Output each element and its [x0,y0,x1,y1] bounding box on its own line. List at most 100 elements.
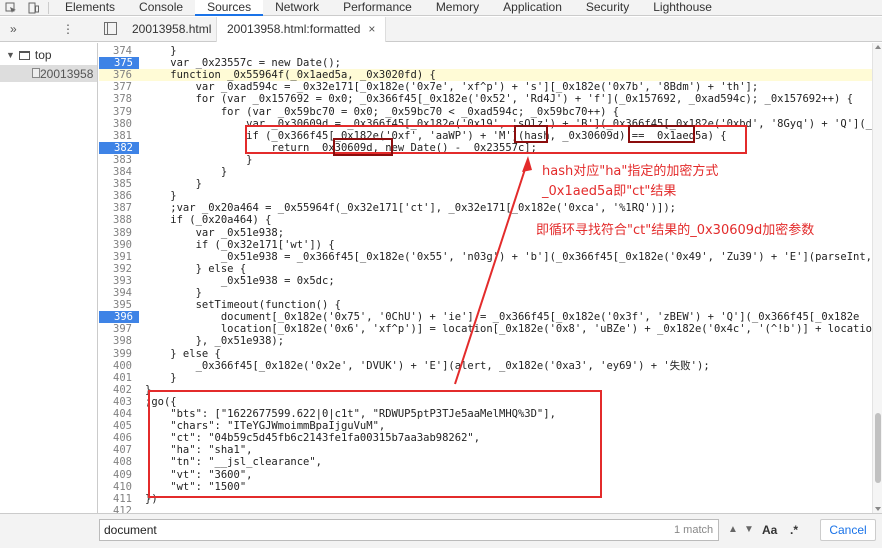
code-line[interactable]: 390 if (_0x32e171['wt']) { [99,239,872,251]
code-line[interactable]: 401 } [99,372,872,384]
line-number[interactable]: 380 [99,118,135,130]
code-line[interactable]: 411}) [99,493,872,505]
code-line[interactable]: 388 if (_0x20a464) { [99,214,872,226]
regex-button[interactable]: .* [790,519,798,541]
tab-memory[interactable]: Memory [424,0,491,16]
tab-elements[interactable]: Elements [53,0,127,16]
code-line[interactable]: 403 ;go({ [99,396,872,408]
line-number[interactable]: 405 [99,420,135,432]
line-number[interactable]: 407 [99,444,135,456]
line-number[interactable]: 408 [99,456,135,468]
line-number[interactable]: 409 [99,469,135,481]
line-number[interactable]: 381 [99,130,135,142]
line-number[interactable]: 384 [99,166,135,178]
line-number[interactable]: 391 [99,251,135,263]
line-number[interactable]: 402 [99,384,135,396]
code-line[interactable]: 374 } [99,45,872,57]
line-number[interactable]: 395 [99,299,135,311]
breakpoint-line-number[interactable]: 375 [99,57,139,70]
tree-node-top[interactable]: ▼ top [6,48,52,62]
code-line[interactable]: 402} [99,384,872,396]
code-line[interactable]: 404 "bts": ["1622677599.622|0|c1t", "RDW… [99,408,872,420]
more-options-icon[interactable]: ⋮ [62,22,74,36]
line-number[interactable]: 389 [99,227,135,239]
code-line[interactable]: 387 ;var _0x20a464 = _0x55964f(_0x32e171… [99,202,872,214]
line-number[interactable]: 399 [99,348,135,360]
code-line[interactable]: 412 [99,505,872,513]
device-toolbar-icon[interactable] [22,0,44,16]
line-number[interactable]: 398 [99,335,135,347]
editor-scrollbar[interactable] [872,43,882,513]
line-number[interactable]: 383 [99,154,135,166]
line-number[interactable]: 410 [99,481,135,493]
code-line[interactable]: 377 var _0xad594c = _0x32e171[_0x182e('0… [99,81,872,93]
code-line[interactable]: 391 _0x51e938 = _0x366f45[_0x182e('0x55'… [99,251,872,263]
line-number[interactable]: 374 [99,45,135,57]
tree-node-file[interactable]: 20013958 [0,65,97,82]
line-number[interactable]: 376 [99,69,135,81]
line-number[interactable]: 388 [99,214,135,226]
code-line[interactable]: 384 } [99,166,872,178]
code-line[interactable]: 382 return _0x30609d, new Date() - _0x23… [99,141,872,154]
match-case-button[interactable]: Aa [762,519,777,541]
toggle-navigator-icon[interactable] [104,22,117,35]
code-line[interactable]: 389 var _0x51e938; [99,227,872,239]
code-editor[interactable]: 374 } 375 var _0x23557c = new Date(); 376 … [99,43,872,513]
tab-sources[interactable]: Sources [195,0,264,16]
code-line[interactable]: 383 } [99,154,872,166]
code-line[interactable]: 405 "chars": "ITeYGJWmoimmBpaIjguVuM", [99,420,872,432]
code-line[interactable]: 408 "tn": "__jsl_clearance", [99,456,872,468]
line-number[interactable]: 403 [99,396,135,408]
collapse-triangle-icon[interactable]: ▼ [6,50,15,60]
code-line[interactable]: 395 setTimeout(function() { [99,299,872,311]
line-number[interactable]: 412 [99,505,135,513]
code-line[interactable]: 380 var _0x30609d = _0x366f45[_0x182e('0… [99,118,872,130]
inspect-element-icon[interactable] [0,0,22,16]
tab-security[interactable]: Security [574,0,641,16]
code-line[interactable]: 400 _0x366f45[_0x182e('0x2e', 'DVUK') + … [99,360,872,372]
line-number[interactable]: 379 [99,106,135,118]
line-number[interactable]: 404 [99,408,135,420]
line-number[interactable]: 411 [99,493,135,505]
file-tab-html[interactable]: 20013958.html [122,17,221,42]
line-number[interactable]: 378 [99,93,135,105]
next-match-icon[interactable]: ▼ [740,520,758,540]
line-number[interactable]: 387 [99,202,135,214]
code-line[interactable]: 398 }, _0x51e938); [99,335,872,347]
code-line[interactable]: 409 "vt": "3600", [99,469,872,481]
cancel-button[interactable]: Cancel [820,519,876,541]
code-line[interactable]: 393 _0x51e938 = 0x5dc; [99,275,872,287]
close-icon[interactable]: × [368,22,375,36]
tab-network[interactable]: Network [263,0,331,16]
code-line[interactable]: 378 for (var _0x157692 = 0x0; _0x366f45[… [99,93,872,105]
code-line[interactable]: 386 } [99,190,872,202]
code-line[interactable]: 396 document[_0x182e('0x75', '0ChU') + '… [99,311,872,324]
more-tabs-icon[interactable]: » [10,22,17,36]
code-line[interactable]: 406 "ct": "04b59c5d45fb6c2143fe1fa00315b… [99,432,872,444]
scrollbar-thumb[interactable] [875,413,881,483]
tab-console[interactable]: Console [127,0,195,16]
code-line[interactable]: 376 function _0x55964f(_0x1aed5a, _0x302… [99,69,872,82]
code-line[interactable]: 410 "wt": "1500" [99,481,872,493]
breakpoint-line-number[interactable]: 396 [99,311,139,324]
scroll-up-icon[interactable] [875,45,881,49]
breakpoint-line-number[interactable]: 382 [99,141,139,154]
line-number[interactable]: 400 [99,360,135,372]
file-tab-formatted[interactable]: 20013958.html:formatted × [216,17,387,42]
code-line[interactable]: 399 } else { [99,348,872,360]
tab-lighthouse[interactable]: Lighthouse [641,0,724,16]
code-line[interactable]: 407 "ha": "sha1", [99,444,872,456]
line-number[interactable]: 401 [99,372,135,384]
tab-performance[interactable]: Performance [331,0,424,16]
line-number[interactable]: 386 [99,190,135,202]
tab-application[interactable]: Application [491,0,574,16]
line-number[interactable]: 385 [99,178,135,190]
code-line[interactable]: 385 } [99,178,872,190]
code-line[interactable]: 375 var _0x23557c = new Date(); [99,57,872,70]
line-number[interactable]: 406 [99,432,135,444]
scroll-down-icon[interactable] [875,507,881,511]
line-number[interactable]: 393 [99,275,135,287]
line-number[interactable]: 377 [99,81,135,93]
line-number[interactable]: 394 [99,287,135,299]
code-line[interactable]: 392 } else { [99,263,872,275]
